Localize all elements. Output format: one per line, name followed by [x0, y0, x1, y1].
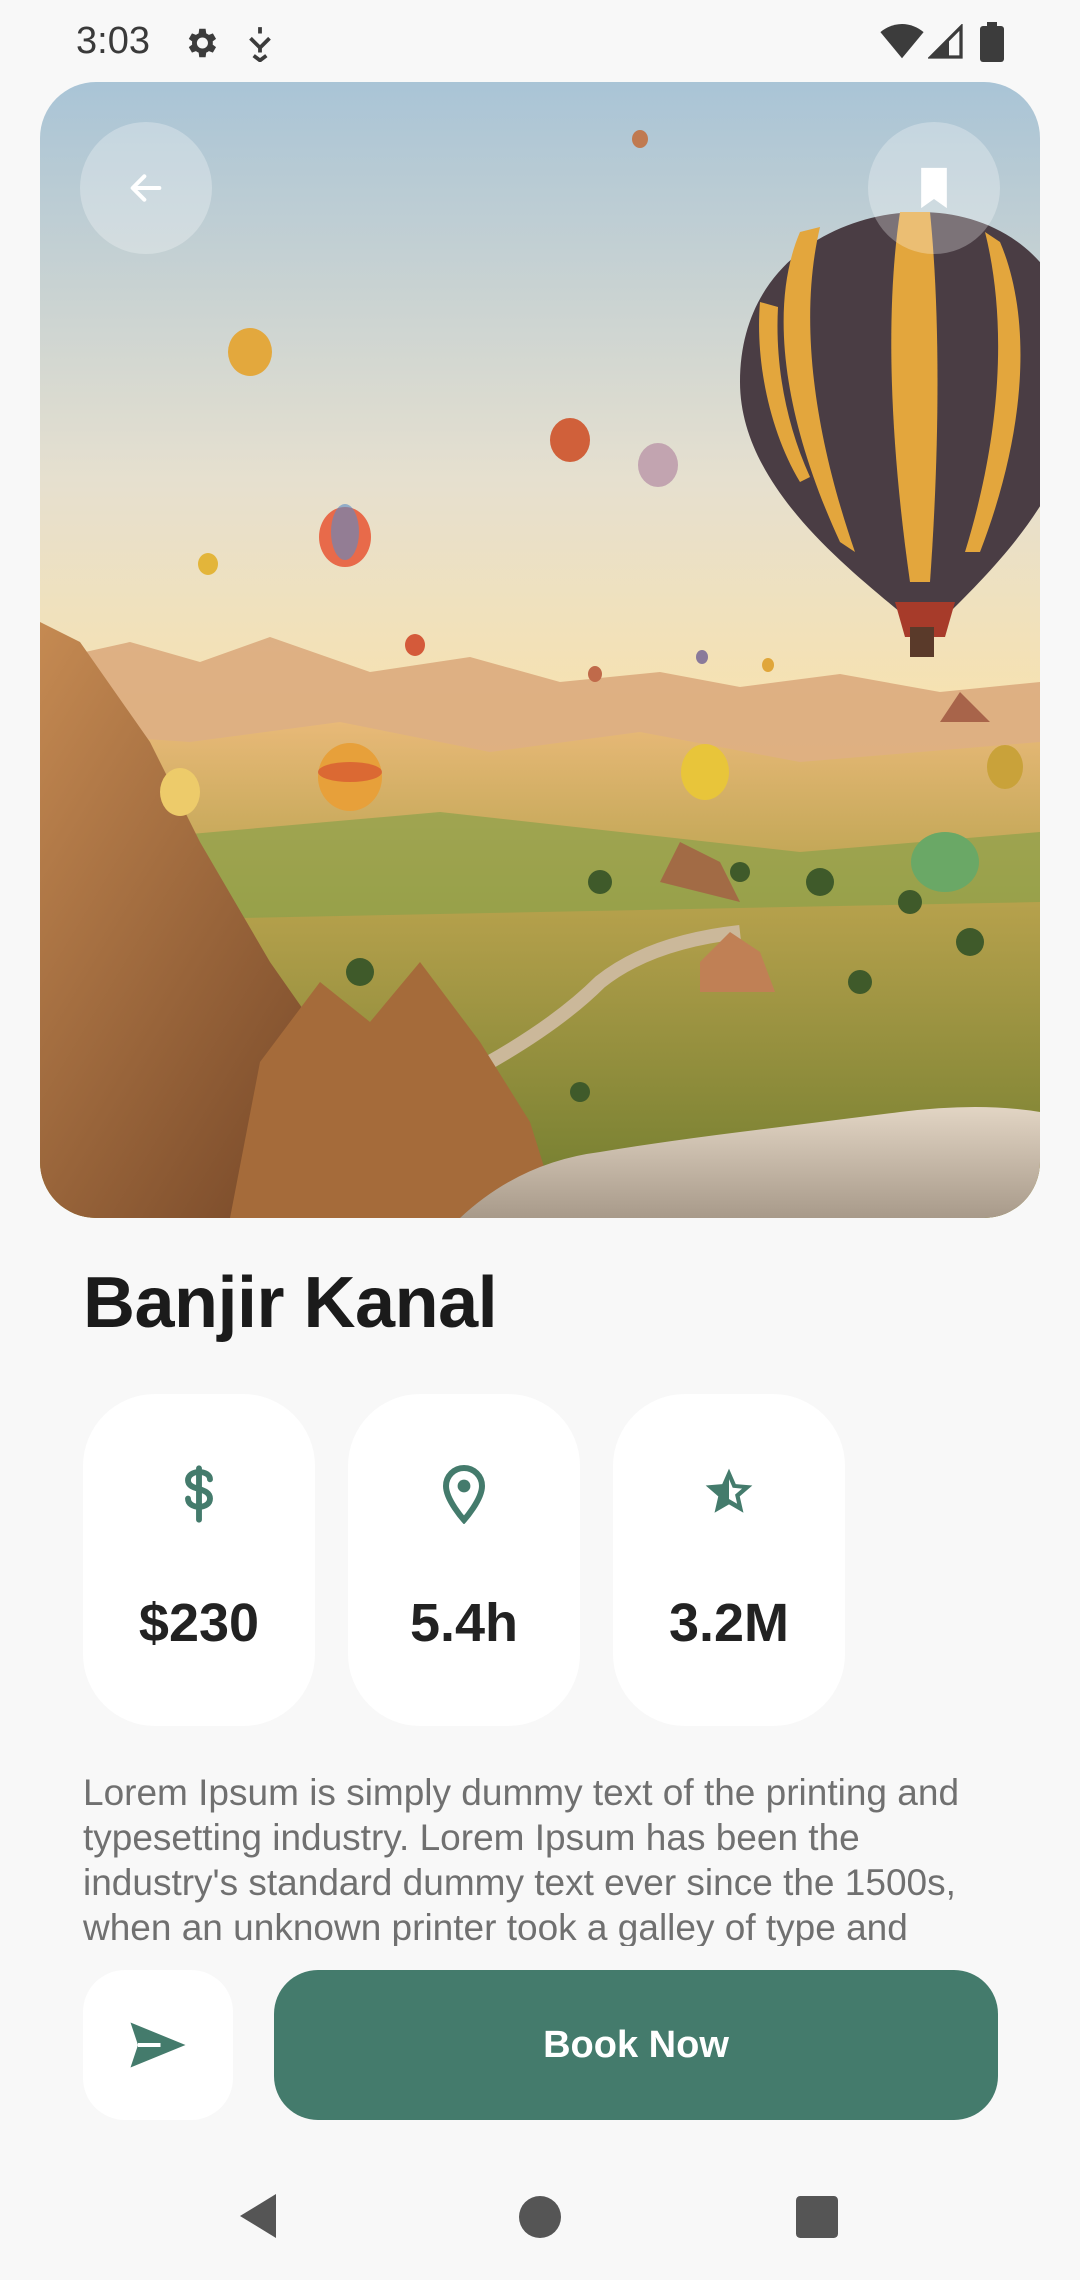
- navigation-bar: [0, 2160, 1080, 2280]
- price-card: $230: [83, 1394, 315, 1726]
- status-bar: 3:03: [0, 0, 1080, 84]
- battery-icon: [980, 22, 1004, 62]
- send-icon: [130, 2022, 186, 2068]
- price-value: $230: [138, 1593, 260, 1653]
- nav-home-icon[interactable]: [519, 2196, 561, 2238]
- hero-image: [40, 82, 1040, 1218]
- place-title: Banjir Kanal: [83, 1263, 498, 1343]
- app-screen: 3:03 Banjir Kanal $230 5.4h 3.2M Lorem I…: [0, 0, 1080, 2280]
- nav-back-icon[interactable]: [236, 2192, 280, 2240]
- rating-value: 3.2M: [668, 1593, 790, 1653]
- description-text: Lorem Ipsum is simply dummy text of the …: [83, 1772, 960, 1946]
- nav-recents-icon[interactable]: [796, 2196, 838, 2238]
- arrow-left-icon: [130, 174, 162, 202]
- back-button[interactable]: [80, 122, 212, 254]
- wifi-icon: [880, 24, 924, 59]
- usb-debug-icon: [249, 27, 271, 62]
- book-now-button[interactable]: Book Now: [274, 1970, 998, 2120]
- duration-value: 5.4h: [409, 1593, 519, 1653]
- location-pin-icon: [442, 1465, 486, 1524]
- dollar-icon: [185, 1465, 213, 1523]
- duration-card: 5.4h: [348, 1394, 580, 1726]
- signal-icon: [928, 24, 963, 59]
- share-button[interactable]: [83, 1970, 233, 2120]
- gear-icon: [188, 28, 217, 58]
- balloon-landscape-illustration: [40, 82, 1040, 1218]
- bookmark-button[interactable]: [868, 122, 1000, 254]
- rating-card: 3.2M: [613, 1394, 845, 1726]
- star-icon: [705, 1468, 753, 1513]
- bookmark-icon: [921, 167, 947, 209]
- status-time: 3:03: [76, 20, 150, 62]
